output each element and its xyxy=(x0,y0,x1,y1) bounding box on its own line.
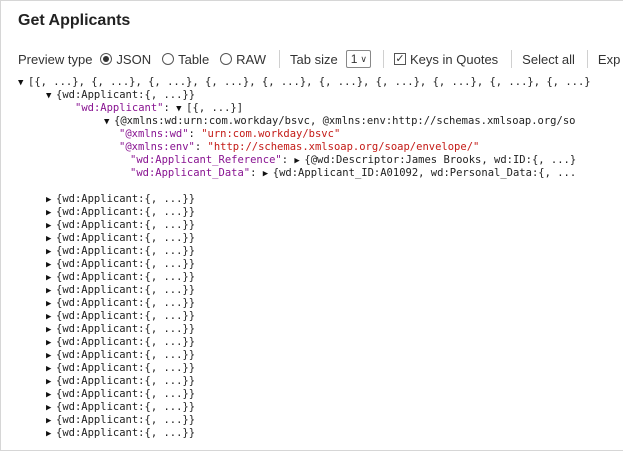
triangle-down-icon[interactable]: ▼ xyxy=(46,90,56,103)
keys-in-quotes-toggle[interactable]: ✓ Keys in Quotes xyxy=(394,52,498,67)
triangle-down-icon[interactable]: ▼ xyxy=(104,116,114,129)
divider xyxy=(383,50,385,68)
triangle-down-icon[interactable]: ▼ xyxy=(18,77,28,90)
radio-icon[interactable] xyxy=(220,53,233,65)
chevron-down-icon: ∨ xyxy=(360,53,368,64)
tree-item-row[interactable]: ▶ {wd:Applicant:{, ...}} xyxy=(46,258,195,271)
tree-item-row[interactable]: ▶ {wd:Applicant:{, ...}} xyxy=(46,427,195,440)
radio-icon[interactable] xyxy=(162,53,175,65)
tree-root-row[interactable]: ▼ [{, ...}, {, ...}, {, ...}, {, ...}, {,… xyxy=(18,76,591,89)
divider xyxy=(279,50,281,68)
applicant-key-row[interactable]: "wd:Applicant": ▼ [{, ...}] xyxy=(75,102,243,115)
tree-item-row[interactable]: ▶ {wd:Applicant:{, ...}} xyxy=(46,336,195,349)
expand-button[interactable]: Exp xyxy=(598,52,620,67)
tree-item-row[interactable]: ▶ {wd:Applicant:{, ...}} xyxy=(46,310,195,323)
option-table[interactable]: Table xyxy=(162,52,209,67)
page-title: Get Applicants xyxy=(18,12,131,29)
triangle-right-icon[interactable]: ▶ xyxy=(46,428,56,441)
tree-item-row[interactable]: ▶ {wd:Applicant:{, ...}} xyxy=(46,219,195,232)
select-all-button[interactable]: Select all xyxy=(522,52,575,67)
tree-item-row[interactable]: ▶ {wd:Applicant:{, ...}} xyxy=(46,284,195,297)
divider xyxy=(511,50,513,68)
tree-item-row[interactable]: ▶ {wd:Applicant:{, ...}} xyxy=(46,349,195,362)
tree-item-row[interactable]: ▶ {wd:Applicant:{, ...}} xyxy=(46,375,195,388)
applicant-reference-row[interactable]: "wd:Applicant_Reference": ▶ {@wd:Descript… xyxy=(130,154,576,167)
tree-item-row[interactable]: ▶ {wd:Applicant:{, ...}} xyxy=(46,362,195,375)
tree-item-row[interactable]: ▶ {wd:Applicant:{, ...}} xyxy=(46,297,195,310)
toolbar: Preview type JSON Table RAW Tab size 1 ∨ … xyxy=(18,50,624,68)
checkbox-checked-icon[interactable]: ✓ xyxy=(394,53,407,65)
divider xyxy=(586,50,588,68)
tree-item-row[interactable]: ▶ {wd:Applicant:{, ...}} xyxy=(46,206,195,219)
tree-item-row[interactable]: ▶ {wd:Applicant:{, ...}} xyxy=(46,414,195,427)
applicant-object-row[interactable]: ▼ {@xmlns:wd:urn:com.workday/bsvc, @xmlns… xyxy=(104,115,575,128)
tree-item-row[interactable]: ▶ {wd:Applicant:{, ...}} xyxy=(46,401,195,414)
tab-size-select[interactable]: 1 ∨ xyxy=(345,50,372,68)
tree-item-row[interactable]: ▶ {wd:Applicant:{, ...}} xyxy=(46,193,195,206)
xmlns-wd-row: "@xmlns:wd": "urn:com.workday/bsvc" xyxy=(119,128,341,140)
triangle-right-icon[interactable]: ▶ xyxy=(263,168,273,181)
tree-item-row[interactable]: ▶ {wd:Applicant:{, ...}} xyxy=(46,323,195,336)
tab-size-label: Tab size xyxy=(290,51,338,67)
json-tree: ▼ [{, ...}, {, ...}, {, ...}, {, ...}, {,… xyxy=(0,75,624,452)
option-raw[interactable]: RAW xyxy=(220,52,266,67)
tree-item-row[interactable]: ▶ {wd:Applicant:{, ...}} xyxy=(46,271,195,284)
tree-item-row[interactable]: ▶ {wd:Applicant:{, ...}} xyxy=(46,232,195,245)
radio-icon[interactable] xyxy=(100,53,113,65)
tree-item-row[interactable]: ▶ {wd:Applicant:{, ...}} xyxy=(46,388,195,401)
applicant-data-row[interactable]: "wd:Applicant_Data": ▶ {wd:Applicant_ID:A… xyxy=(130,167,576,180)
tree-item-row[interactable]: ▼ {wd:Applicant:{, ...}} xyxy=(46,89,195,102)
preview-type-label: Preview type xyxy=(18,51,93,67)
tree-item-row[interactable]: ▶ {wd:Applicant:{, ...}} xyxy=(46,245,195,258)
xmlns-env-row: "@xmlns:env": "http://schemas.xmlsoap.or… xyxy=(119,141,480,153)
option-json[interactable]: JSON xyxy=(100,52,151,67)
